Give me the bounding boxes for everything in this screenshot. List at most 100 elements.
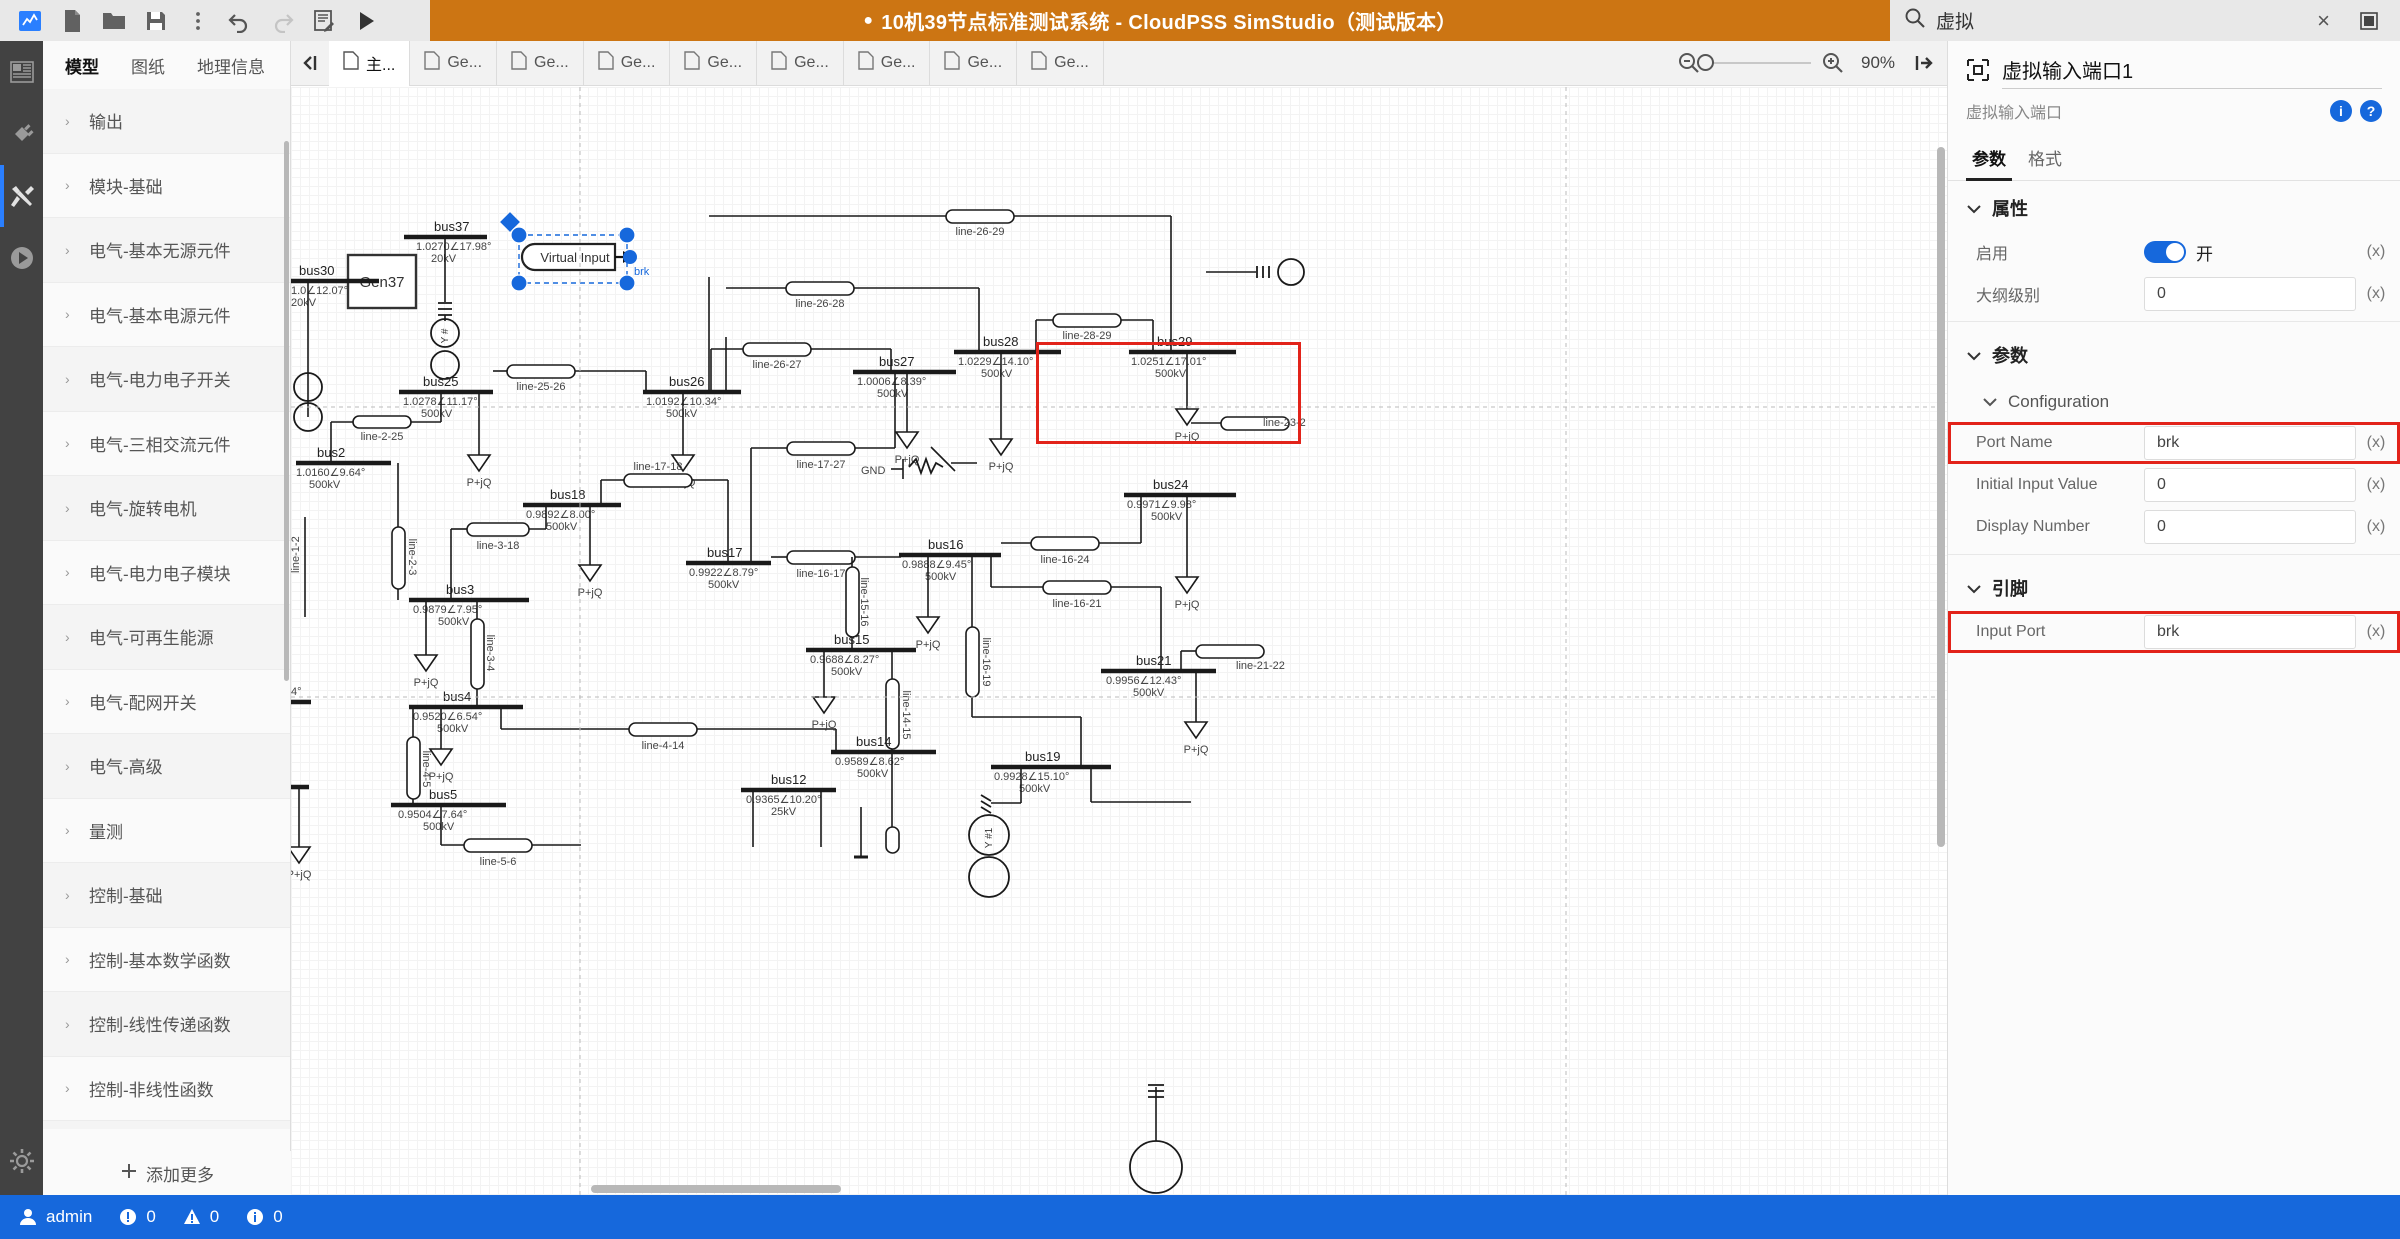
variable-marker[interactable]: (x)	[2364, 476, 2388, 494]
tab-format[interactable]: 格式	[2022, 137, 2068, 180]
inspector-title[interactable]: 虚拟输入端口1	[2002, 55, 2382, 89]
status-warnings[interactable]: 0	[182, 1207, 219, 1227]
schematic-canvas[interactable]: Gen37 bus37 1.0270∠17.98° 20kV Y # bus30…	[291, 87, 1947, 1195]
enabled-toggle[interactable]	[2144, 241, 2186, 263]
tab-drawing[interactable]: 图纸	[117, 45, 179, 86]
expand-right-icon[interactable]	[1911, 53, 1933, 73]
library-group-control-nonlinear[interactable]: › 控制-非线性函数	[43, 1056, 290, 1121]
variable-marker[interactable]: (x)	[2364, 285, 2388, 303]
svg-text:P+jQ: P+jQ	[291, 869, 312, 881]
initial-input-value-input[interactable]: 0	[2144, 468, 2356, 502]
library-group-pe-switch[interactable]: › 电气-电力电子开关	[43, 347, 290, 412]
file-icon	[343, 51, 359, 75]
open-folder-icon[interactable]	[94, 3, 134, 39]
undo-icon[interactable]	[220, 3, 260, 39]
tab-parameters[interactable]: 参数	[1966, 137, 2012, 181]
library-group-pe-module[interactable]: › 电气-电力电子模块	[43, 540, 290, 605]
more-vertical-icon[interactable]	[178, 3, 218, 39]
canvas-horizontal-scrollbar[interactable]	[591, 1185, 841, 1193]
svg-text:bus19: bus19	[1025, 749, 1060, 764]
library-group-three-phase[interactable]: › 电气-三相交流元件	[43, 411, 290, 476]
doc-tab-gen-3[interactable]: Ge...	[584, 40, 671, 86]
library-group-distribution-switch[interactable]: › 电气-配网开关	[43, 669, 290, 734]
collapse-left-icon[interactable]	[291, 41, 329, 86]
run-icon[interactable]	[346, 3, 386, 39]
user-icon	[18, 1207, 38, 1227]
save-icon[interactable]	[136, 3, 176, 39]
variable-marker[interactable]: (x)	[2364, 623, 2388, 641]
zoom-slider-knob[interactable]	[1697, 54, 1714, 71]
doc-tab-main[interactable]: 主...	[329, 40, 411, 86]
info-icon[interactable]: i	[2330, 100, 2352, 122]
sidebar-rail-project[interactable]	[0, 41, 43, 103]
add-more-button[interactable]: 添加更多	[43, 1151, 291, 1195]
status-info[interactable]: 0	[245, 1207, 283, 1227]
doc-tab-label: Ge...	[967, 54, 1003, 71]
doc-tab-gen-5[interactable]: Ge...	[757, 40, 844, 86]
outline-level-input[interactable]: 0	[2144, 277, 2356, 311]
doc-tab-gen-8[interactable]: Ge...	[1017, 40, 1104, 86]
tab-model[interactable]: 模型	[51, 45, 113, 94]
doc-tab-gen-6[interactable]: Ge...	[844, 40, 931, 86]
status-user[interactable]: admin	[18, 1207, 92, 1227]
library-group-module-basic[interactable]: › 模块-基础	[43, 153, 290, 218]
svg-text:Y #1: Y #1	[984, 827, 995, 848]
library-group-measurement[interactable]: › 量测	[43, 798, 290, 863]
library-group-advanced[interactable]: › 电气-高级	[43, 734, 290, 799]
doc-tab-gen-1[interactable]: Ge...	[410, 40, 498, 86]
library-group-label: 电气-旋转电机	[89, 500, 197, 520]
doc-tab-gen-4[interactable]: Ge...	[670, 40, 758, 86]
library-group-control-basic[interactable]: › 控制-基础	[43, 863, 290, 928]
library-group-source[interactable]: › 电气-基本电源元件	[43, 282, 290, 347]
chevron-right-icon: ›	[65, 499, 70, 516]
activity-rail	[0, 41, 43, 1195]
zoom-slider[interactable]	[1697, 54, 1811, 71]
variable-marker[interactable]: (x)	[2364, 434, 2388, 452]
library-group-control-math[interactable]: › 控制-基本数学函数	[43, 927, 290, 992]
sidebar-rail-tools[interactable]	[0, 165, 43, 227]
library-group-label: 输出	[89, 113, 123, 133]
svg-text:P+jQ: P+jQ	[1184, 744, 1209, 756]
search-input[interactable]	[1936, 9, 2296, 32]
svg-text:500kV: 500kV	[546, 521, 578, 533]
library-group-control-linear[interactable]: › 控制-线性传递函数	[43, 992, 290, 1057]
library-group-passive[interactable]: › 电气-基本无源元件	[43, 218, 290, 283]
script-icon[interactable]	[304, 3, 344, 39]
window-controls-icon[interactable]	[2352, 4, 2386, 38]
svg-text:0.9520∠6.54°: 0.9520∠6.54°	[413, 711, 482, 723]
section-pins[interactable]: 引脚	[1948, 561, 2400, 611]
initial-input-value-label: Initial Input Value	[1976, 476, 2098, 493]
library-group-machines[interactable]: › 电气-旋转电机	[43, 476, 290, 541]
sidebar-rail-plugin[interactable]	[0, 103, 43, 165]
variable-marker[interactable]: (x)	[2364, 243, 2388, 261]
new-file-icon[interactable]	[52, 3, 92, 39]
canvas-vertical-scrollbar[interactable]	[1937, 147, 1945, 847]
app-logo-icon[interactable]	[10, 3, 50, 39]
doc-tab-gen-2[interactable]: Ge...	[497, 40, 584, 86]
svg-text:line-15-16: line-15-16	[858, 578, 870, 627]
tab-geoinfo[interactable]: 地理信息	[183, 45, 279, 86]
svg-text:Virtual Input: Virtual Input	[540, 250, 610, 265]
variable-marker[interactable]: (x)	[2364, 518, 2388, 536]
section-parameters[interactable]: 参数	[1948, 328, 2400, 378]
section-configuration[interactable]: Configuration	[1948, 378, 2400, 422]
input-port-input[interactable]: brk	[2144, 615, 2356, 649]
library-group-output[interactable]: › 输出	[43, 89, 290, 154]
zoom-in-icon[interactable]	[1821, 51, 1845, 75]
port-name-input[interactable]: brk	[2144, 426, 2356, 460]
status-errors[interactable]: 0	[118, 1207, 156, 1227]
sidebar-rail-run[interactable]	[0, 227, 43, 289]
section-attributes[interactable]: 属性	[1948, 181, 2400, 231]
library-group-control-analog[interactable]: ›控制-模拟信号	[43, 1121, 290, 1129]
sidebar-rail-settings[interactable]	[0, 1135, 43, 1187]
help-icon[interactable]: ?	[2360, 100, 2382, 122]
svg-text:500kV: 500kV	[309, 479, 341, 491]
svg-text:P+jQ: P+jQ	[1175, 599, 1200, 611]
library-scrollbar[interactable]	[284, 141, 289, 681]
display-number-input[interactable]: 0	[2144, 510, 2356, 544]
library-group-list: › 输出 › 模块-基础 › 电气-基本无源元件 › 电气-基本电源元件 › 电气-电力电…	[43, 89, 290, 1129]
global-search[interactable]: ×	[1890, 0, 2400, 41]
library-group-renewable[interactable]: › 电气-可再生能源	[43, 605, 290, 670]
clear-search-icon[interactable]: ×	[2305, 8, 2342, 34]
doc-tab-gen-7[interactable]: Ge...	[930, 40, 1018, 86]
